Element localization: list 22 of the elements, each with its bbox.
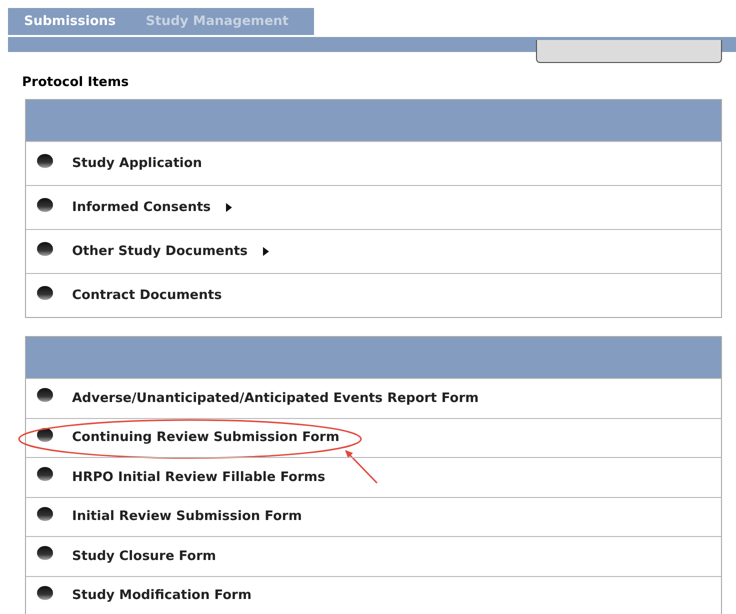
item-link[interactable]: Contract Documents — [72, 288, 222, 303]
item-link[interactable]: Adverse/Unanticipated/Anticipated Events Report Form — [72, 390, 479, 406]
bullet-icon — [37, 388, 53, 402]
packet-button[interactable] — [536, 40, 722, 63]
bullet-icon — [37, 154, 53, 168]
item-link[interactable]: Other Study Documents — [72, 244, 248, 259]
bullet-icon — [37, 198, 53, 212]
item-link[interactable]: Study Modification Form — [72, 588, 252, 604]
item-link[interactable]: Study Application — [72, 156, 202, 171]
item-link[interactable]: Informed Consents — [72, 200, 211, 215]
section-title: Protocol Items — [22, 75, 129, 90]
item-link[interactable]: HRPO Initial Review Fillable Forms — [72, 470, 326, 485]
item-link[interactable]: Initial Review Submission Form — [72, 509, 302, 524]
bullet-icon — [37, 286, 53, 300]
bullet-icon — [37, 506, 53, 521]
bullet-icon — [37, 428, 53, 442]
bullet-icon — [37, 467, 53, 482]
annotation-arrow — [344, 448, 378, 484]
bullet-icon — [37, 546, 53, 560]
item-link[interactable]: Study Closure Form — [72, 548, 216, 564]
bullet-icon — [37, 242, 53, 256]
bullet-icon — [37, 586, 53, 600]
